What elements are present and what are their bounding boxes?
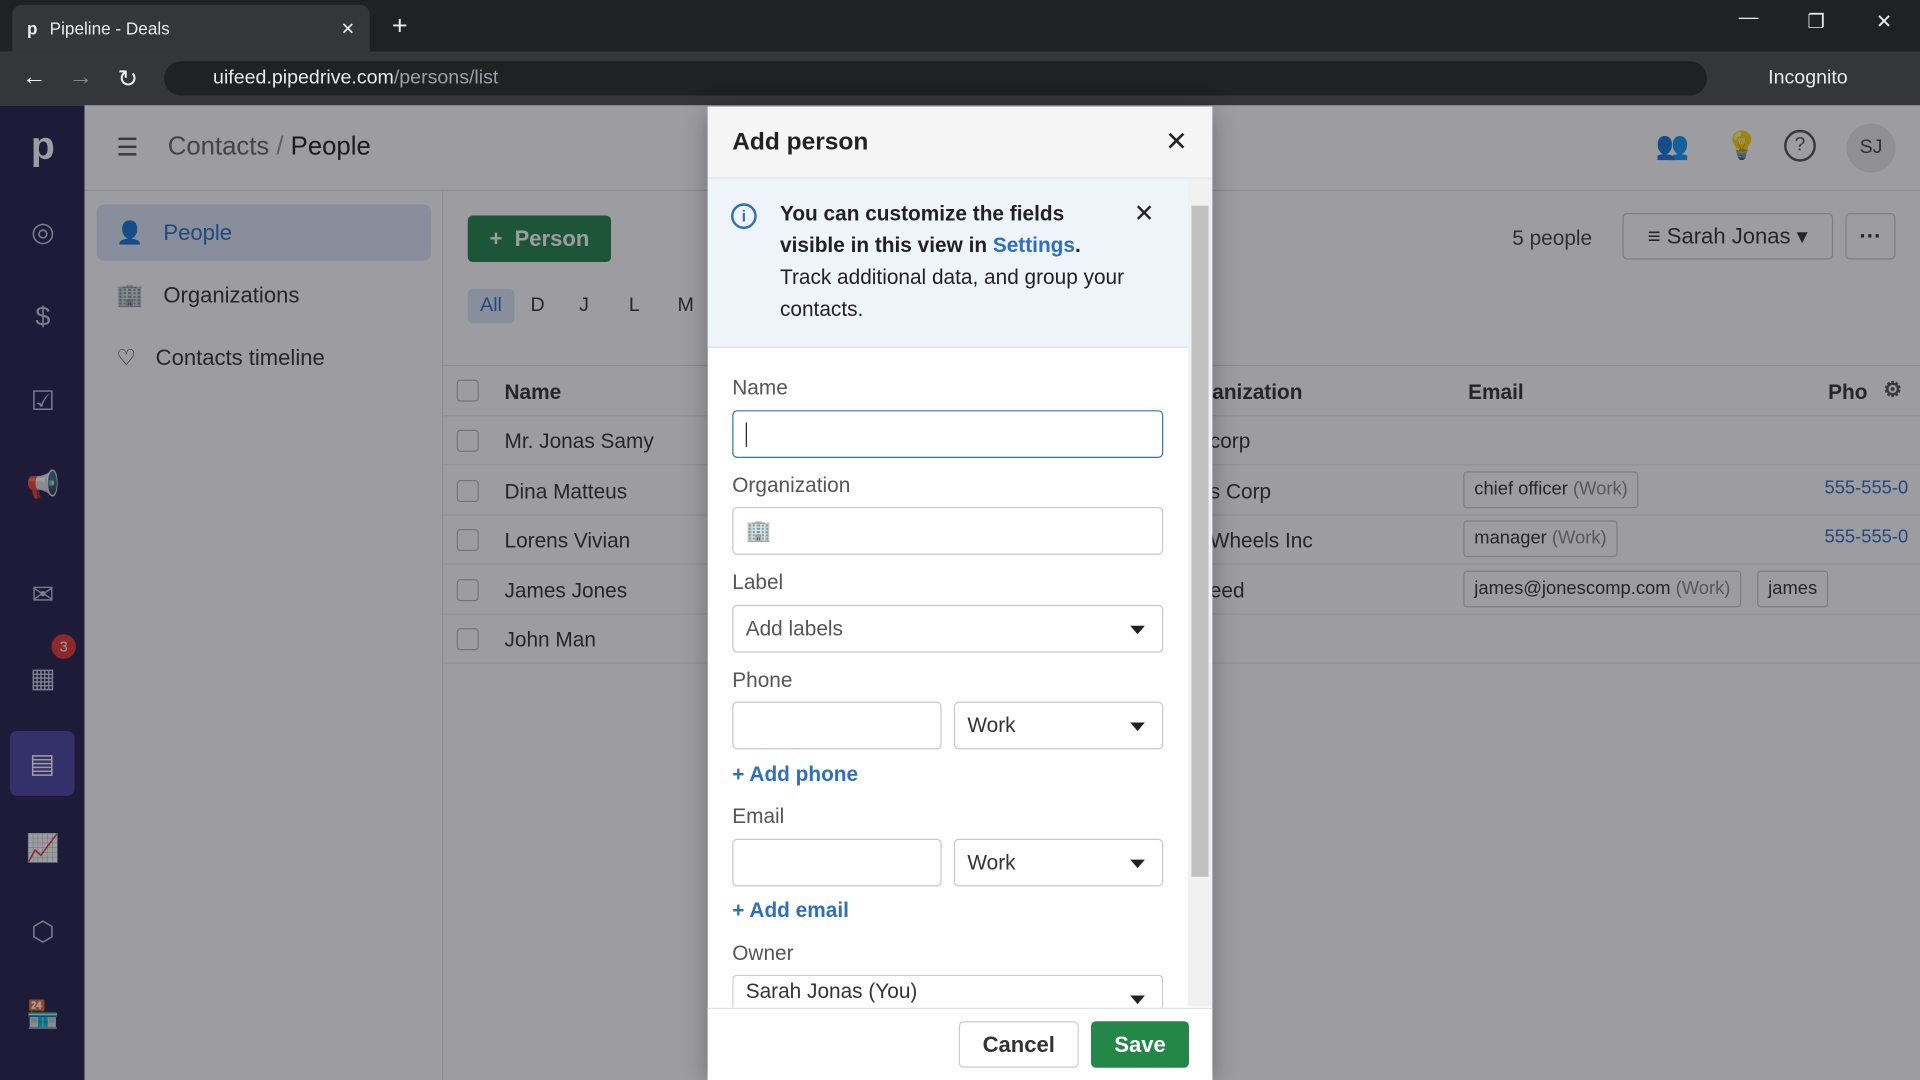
phone-input[interactable] bbox=[732, 701, 942, 750]
restore-icon[interactable]: ❐ bbox=[1807, 10, 1825, 34]
close-tab-icon[interactable]: ✕ bbox=[341, 18, 355, 39]
email-label: Email bbox=[732, 804, 785, 828]
reload-icon[interactable]: ↻ bbox=[118, 64, 139, 95]
modal-scrollbar[interactable] bbox=[1187, 178, 1213, 1007]
modal-title: Add person bbox=[732, 127, 869, 155]
url-field[interactable]: uifeed.pipedrive.com/persons/list bbox=[164, 61, 1707, 96]
url-host: uifeed.pipedrive.com bbox=[213, 67, 394, 89]
add-email-link[interactable]: + Add email bbox=[732, 899, 849, 923]
add-phone-link[interactable]: + Add phone bbox=[732, 763, 858, 787]
forward-icon[interactable]: → bbox=[69, 64, 93, 92]
add-person-modal: Add person ✕ i You can customize the fiel… bbox=[707, 106, 1213, 1080]
modal-footer: Cancel Save bbox=[707, 1007, 1213, 1080]
settings-link[interactable]: Settings bbox=[993, 234, 1075, 257]
close-modal-icon[interactable]: ✕ bbox=[1165, 126, 1188, 158]
url-path: /persons/list bbox=[393, 67, 499, 89]
info-text: Track additional data, and group your co… bbox=[780, 265, 1125, 321]
owner-select[interactable]: Sarah Jonas (You) bbox=[732, 974, 1164, 1008]
modal-header: Add person ✕ bbox=[707, 106, 1213, 179]
info-banner: i You can customize the fields visible i… bbox=[707, 178, 1188, 348]
name-label: Name bbox=[732, 375, 788, 400]
building-icon: 🏢 bbox=[745, 518, 772, 542]
email-type-select[interactable]: Work bbox=[953, 838, 1164, 887]
close-window-icon[interactable]: ✕ bbox=[1876, 10, 1892, 34]
label-select[interactable]: Add labels bbox=[732, 604, 1164, 653]
organization-input[interactable]: 🏢 bbox=[732, 506, 1164, 555]
name-input[interactable] bbox=[732, 410, 1164, 458]
info-icon: i bbox=[731, 203, 757, 229]
incognito-label[interactable]: Incognito bbox=[1768, 67, 1848, 89]
phone-label: Phone bbox=[732, 668, 793, 692]
organization-label: Organization bbox=[732, 473, 851, 498]
pipedrive-favicon-icon: p bbox=[26, 18, 38, 38]
browser-tab-bar: p Pipeline - Deals ✕ + — ❐ ✕ bbox=[0, 0, 1920, 52]
new-tab-icon[interactable]: + bbox=[392, 10, 408, 42]
email-input[interactable] bbox=[732, 838, 942, 887]
label-label: Label bbox=[732, 570, 784, 594]
save-button[interactable]: Save bbox=[1091, 1021, 1189, 1068]
minimize-icon[interactable]: — bbox=[1739, 7, 1759, 29]
browser-tab[interactable]: p Pipeline - Deals ✕ bbox=[12, 4, 370, 52]
back-icon[interactable]: ← bbox=[22, 64, 46, 92]
tab-title: Pipeline - Deals bbox=[49, 18, 170, 38]
dismiss-info-icon[interactable]: ✕ bbox=[1134, 198, 1155, 230]
cancel-button[interactable]: Cancel bbox=[958, 1021, 1079, 1068]
phone-type-select[interactable]: Work bbox=[953, 701, 1164, 750]
owner-label: Owner bbox=[732, 941, 794, 965]
